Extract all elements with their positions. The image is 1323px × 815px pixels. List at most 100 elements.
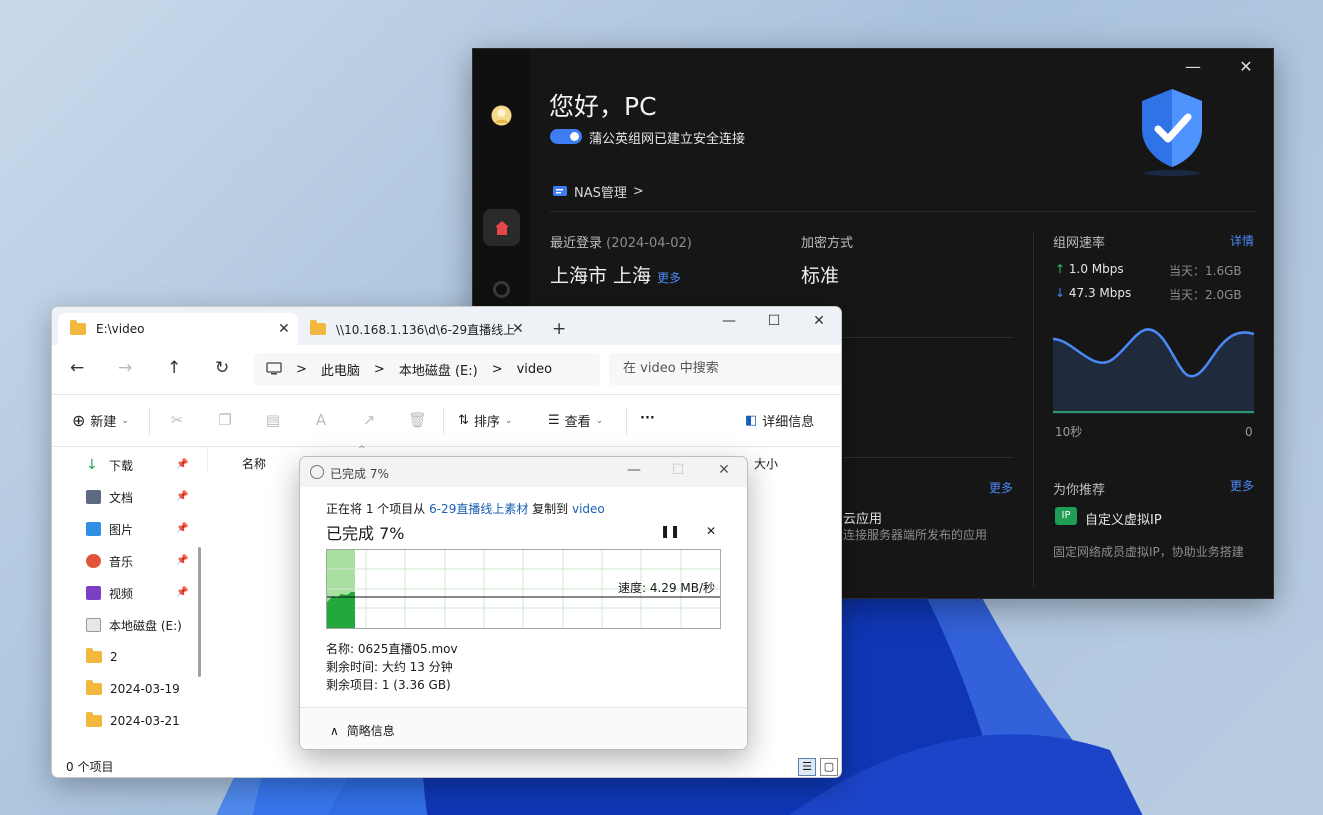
rename-icon[interactable]: A xyxy=(312,411,330,429)
close-button[interactable]: ✕ xyxy=(712,462,736,478)
maximize-button[interactable]: ☐ xyxy=(759,313,789,329)
search-input[interactable]: 在 video 中搜索 xyxy=(609,353,841,385)
shield-icon xyxy=(1142,89,1202,176)
pin-icon: 📌 xyxy=(176,491,189,502)
divider xyxy=(149,407,150,435)
source-link[interactable]: 6-29直播线上素材 xyxy=(429,502,528,516)
apps-more-link[interactable]: 更多 xyxy=(989,479,1013,496)
sort-arrow-icon: ^ xyxy=(358,445,366,455)
computer-icon xyxy=(266,362,282,375)
details-pane-button[interactable]: ◧ 详细信息 xyxy=(745,411,814,430)
close-button[interactable]: ✕ xyxy=(804,313,834,329)
more-button[interactable]: ··· xyxy=(640,411,655,426)
custom-ip-title[interactable]: 自定义虚拟IP xyxy=(1085,509,1162,528)
nas-link-label: NAS管理 xyxy=(574,186,627,201)
close-button[interactable]: ✕ xyxy=(1231,57,1261,77)
column-name[interactable]: 名称 xyxy=(242,455,266,472)
divider xyxy=(626,407,627,435)
nav-item-folder-2[interactable]: 2 xyxy=(86,647,118,667)
network-icon[interactable] xyxy=(493,281,510,298)
status-bar: 0 个项目 xyxy=(66,760,114,774)
chevron-up-icon: ∧ xyxy=(330,723,339,738)
nav-item-drive-e[interactable]: 本地磁盘 (E:) xyxy=(86,615,182,635)
nav-item-downloads[interactable]: ↓ 下载 xyxy=(86,455,133,475)
cancel-button[interactable]: ✕ xyxy=(706,524,716,538)
back-button[interactable]: ← xyxy=(70,358,84,378)
ip-badge-icon: IP xyxy=(1055,507,1077,525)
more-link[interactable]: 更多 xyxy=(657,271,681,285)
divider xyxy=(550,211,1255,212)
new-tab-button[interactable]: + xyxy=(552,319,566,339)
view-icon: ☰ xyxy=(548,413,560,428)
drive-icon xyxy=(86,618,101,632)
copy-icon[interactable]: ❐ xyxy=(216,411,234,429)
nav-item-music[interactable]: 音乐 xyxy=(86,551,133,571)
destination-link[interactable]: video xyxy=(572,502,605,516)
cut-icon[interactable]: ✂ xyxy=(168,411,186,429)
upload-today: 当天：1.6GB xyxy=(1169,264,1242,278)
speed-readout: 速度: 4.29 MB/秒 xyxy=(618,581,716,595)
pause-button[interactable]: ❚❚ xyxy=(660,524,680,538)
sort-button[interactable]: ⇅ 排序 ⌄ xyxy=(458,411,512,430)
breadcrumb-item-pc[interactable]: 此电脑 xyxy=(321,360,360,379)
nav-item-folder-2024-03-21[interactable]: 2024-03-21 xyxy=(86,711,180,731)
custom-ip-desc: 固定网络成员虚拟IP，协助业务搭建 xyxy=(1053,545,1244,559)
details-link[interactable]: 详情 xyxy=(1230,232,1254,249)
chart-axis-left: 10秒 xyxy=(1055,425,1083,439)
avatar[interactable] xyxy=(489,103,514,128)
connection-toggle[interactable] xyxy=(550,129,582,144)
recommend-more-link[interactable]: 更多 xyxy=(1230,477,1254,494)
breadcrumb-sep: > xyxy=(373,361,385,377)
new-button[interactable]: ⊕ 新建 ⌄ xyxy=(72,411,129,430)
minimize-button[interactable]: — xyxy=(714,313,744,329)
add-icon: ⊕ xyxy=(72,411,86,430)
home-button[interactable] xyxy=(483,209,520,246)
folder-icon xyxy=(70,320,86,335)
share-icon[interactable]: ↗ xyxy=(360,411,378,429)
tab-close-icon[interactable]: ✕ xyxy=(512,321,524,337)
refresh-button[interactable]: ↻ xyxy=(215,358,229,378)
tab-close-icon[interactable]: ✕ xyxy=(278,321,290,337)
minimize-button[interactable]: — xyxy=(622,462,646,478)
nav-item-folder-2024-03-19[interactable]: 2024-03-19 xyxy=(86,679,180,699)
nav-item-documents[interactable]: 文档 xyxy=(86,487,133,507)
command-bar: ⊕ 新建 ⌄ ✂ ❐ ▤ A ↗ 🗑 ⇅ 排序 ⌄ ☰ 查看 ⌄ ··· ◧ 详细信息 xyxy=(52,395,841,447)
dialog-title: 已完成 7% xyxy=(330,467,389,481)
speed-chart xyxy=(1053,328,1254,414)
less-info-button[interactable]: ∧ 简略信息 xyxy=(330,722,395,739)
forward-button[interactable]: → xyxy=(118,358,132,378)
tab-network-share[interactable]: \\10.168.1.136\d\6-29直播线上 ✕ xyxy=(302,313,532,345)
pin-icon: 📌 xyxy=(176,555,189,566)
details-view-button[interactable]: ☰ xyxy=(798,758,816,776)
nav-scrollbar[interactable] xyxy=(198,547,201,677)
details-pane-icon: ◧ xyxy=(745,413,758,428)
divider xyxy=(443,407,444,435)
folder-icon xyxy=(86,648,102,663)
document-icon xyxy=(86,490,101,504)
paste-icon[interactable]: ▤ xyxy=(264,411,282,429)
nas-manage-link[interactable]: NAS管理 > xyxy=(552,182,644,201)
delete-icon[interactable]: 🗑 xyxy=(408,411,427,429)
breadcrumb-item-drive[interactable]: 本地磁盘 (E:) xyxy=(399,360,478,379)
minimize-button[interactable]: — xyxy=(1178,57,1208,77)
view-button[interactable]: ☰ 查看 ⌄ xyxy=(548,411,603,430)
dialog-footer: ∧ 简略信息 xyxy=(300,707,747,749)
nav-item-videos[interactable]: 视频 xyxy=(86,583,133,603)
pin-icon: 📌 xyxy=(176,459,189,470)
download-today: 当天：2.0GB xyxy=(1169,288,1242,302)
dialog-titlebar: 已完成 7% — ☐ ✕ xyxy=(300,457,747,487)
up-button[interactable]: ↑ xyxy=(167,358,181,378)
tiles-view-button[interactable]: ▢ xyxy=(820,758,838,776)
cloud-app-title[interactable]: 云应用 xyxy=(843,508,882,527)
arrow-up-icon: ↑ xyxy=(1055,262,1066,276)
breadcrumb[interactable]: > 此电脑 > 本地磁盘 (E:) > video xyxy=(254,353,600,385)
divider xyxy=(843,457,1013,458)
home-icon xyxy=(494,220,509,235)
breadcrumb-item-video[interactable]: video xyxy=(517,362,553,377)
chat-icon xyxy=(553,185,567,196)
tab-video[interactable]: E:\video ✕ xyxy=(58,313,298,345)
pin-icon: 📌 xyxy=(176,587,189,598)
nav-item-pictures[interactable]: 图片 xyxy=(86,519,133,539)
clock-icon xyxy=(310,465,324,479)
column-size[interactable]: 大小 xyxy=(754,455,778,472)
